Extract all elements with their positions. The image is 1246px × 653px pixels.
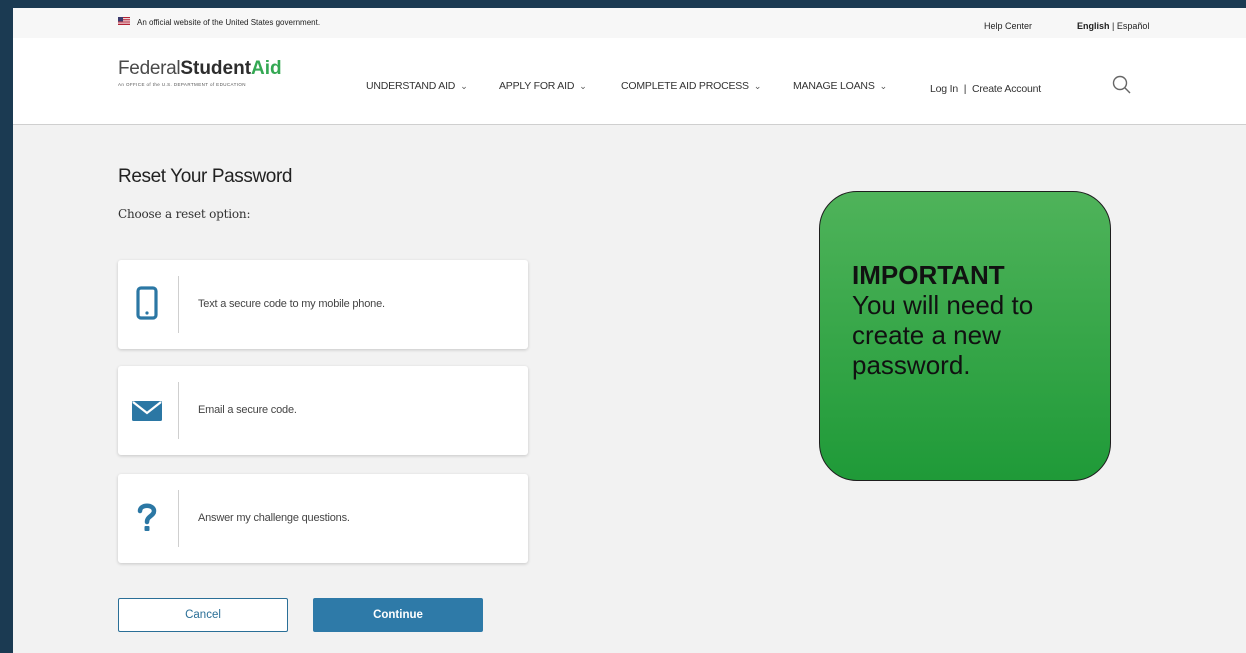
create-account-link[interactable]: Create Account — [972, 83, 1041, 95]
nav-manage-loans[interactable]: MANAGE LOANS ⌄ — [793, 80, 887, 92]
lang-separator: | — [1109, 21, 1117, 31]
logo-aid-text: Aid — [251, 58, 282, 79]
fsa-logo[interactable]: FederalStudentAid An OFFICE of the U.S. … — [118, 58, 282, 87]
option-label: Answer my challenge questions. — [198, 512, 350, 524]
logo-student-text: Student — [180, 58, 252, 79]
logo-subtitle: An OFFICE of the U.S. DEPARTMENT of EDUC… — [118, 82, 246, 87]
chevron-down-icon: ⌄ — [579, 81, 587, 91]
option-challenge-questions[interactable]: Answer my challenge questions. — [118, 474, 528, 563]
chevron-down-icon: ⌄ — [753, 81, 762, 91]
option-divider — [178, 276, 179, 333]
login-separator: | — [963, 83, 967, 95]
reset-option-prompt: Choose a reset option: — [118, 207, 251, 221]
option-text-mobile[interactable]: Text a secure code to my mobile phone. — [118, 260, 528, 349]
option-divider — [178, 382, 179, 439]
question-mark-icon — [137, 503, 157, 531]
chevron-down-icon: ⌄ — [879, 81, 888, 91]
gov-banner: An official website of the United States… — [13, 8, 1246, 38]
chevron-down-icon: ⌄ — [460, 81, 468, 91]
nav-label: COMPLETE AID PROCESS — [621, 80, 749, 92]
nav-label: APPLY FOR AID — [499, 80, 575, 92]
cancel-button[interactable]: Cancel — [118, 598, 288, 632]
option-email-code[interactable]: Email a secure code. — [118, 366, 528, 455]
browser-viewport: An official website of the United States… — [13, 8, 1246, 653]
nav-apply-for-aid[interactable]: APPLY FOR AID ⌄ — [499, 80, 587, 92]
callout-body: You will need to create a new password. — [852, 290, 1034, 380]
nav-label: UNDERSTAND AID — [366, 80, 456, 92]
important-callout: IMPORTANT You will need to create a new … — [819, 191, 1111, 481]
account-links: Log In | Create Account — [930, 83, 1041, 95]
login-link[interactable]: Log In — [930, 83, 958, 95]
mobile-phone-icon — [136, 286, 158, 320]
nav-understand-aid[interactable]: UNDERSTAND AID ⌄ — [366, 80, 468, 92]
continue-button[interactable]: Continue — [313, 598, 483, 632]
lang-english-link[interactable]: English — [1077, 21, 1110, 31]
help-center-link[interactable]: Help Center — [984, 21, 1032, 31]
option-label: Text a secure code to my mobile phone. — [198, 298, 385, 310]
site-header: FederalStudentAid An OFFICE of the U.S. … — [13, 38, 1246, 125]
lang-spanish-link[interactable]: Español — [1117, 21, 1150, 31]
page-title: Reset Your Password — [118, 166, 293, 187]
us-flag-icon — [118, 17, 130, 25]
official-site-text: An official website of the United States… — [137, 18, 321, 27]
nav-label: MANAGE LOANS — [793, 80, 875, 92]
nav-complete-aid-process[interactable]: COMPLETE AID PROCESS ⌄ — [621, 80, 761, 92]
logo-federal-text: Federal — [118, 58, 181, 79]
search-icon[interactable] — [1111, 74, 1133, 96]
option-label: Email a secure code. — [198, 404, 297, 416]
option-divider — [178, 490, 179, 547]
callout-heading: IMPORTANT — [852, 260, 1005, 290]
language-switcher: English | Español — [1077, 21, 1149, 31]
envelope-icon — [132, 401, 162, 421]
